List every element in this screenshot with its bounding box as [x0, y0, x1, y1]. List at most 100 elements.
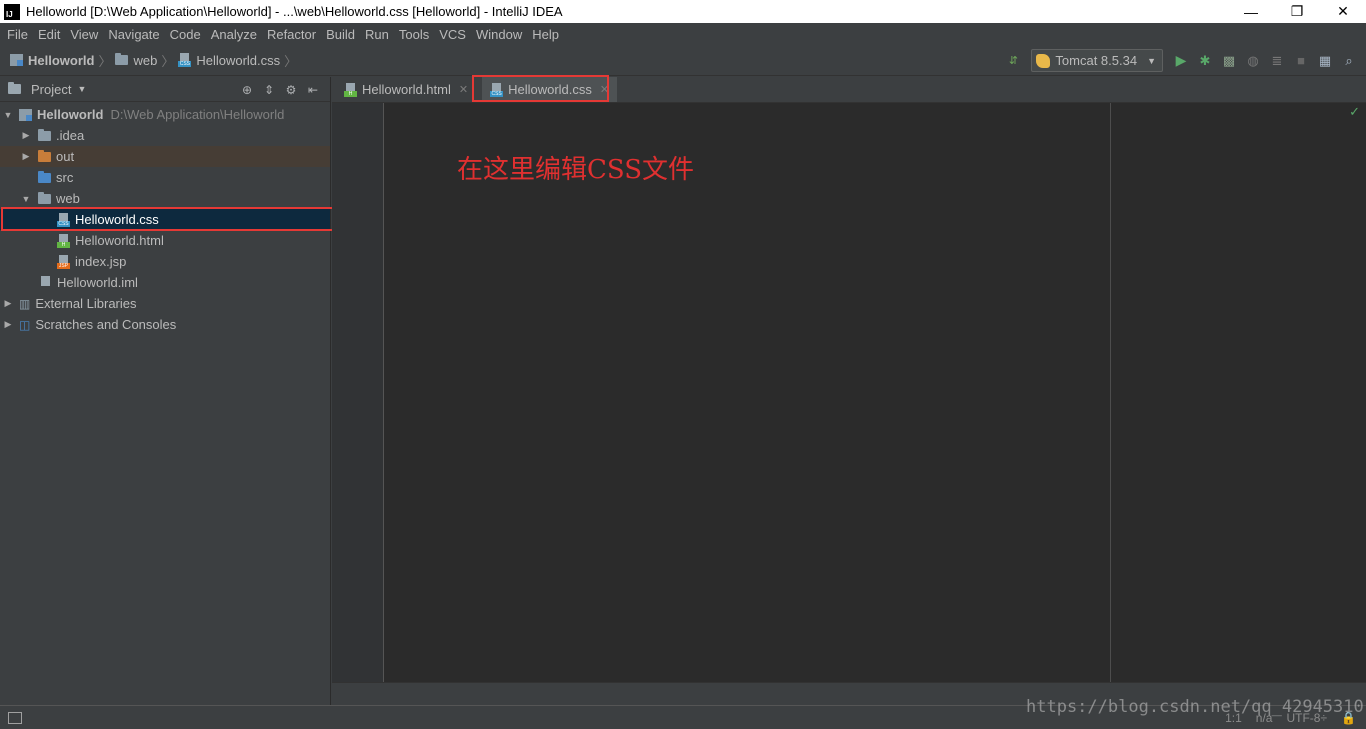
tree-node-helloworld-iml[interactable]: Helloworld.iml: [0, 272, 330, 293]
collapse-all-icon[interactable]: ⇕: [259, 80, 279, 100]
tree-node-out[interactable]: ▶ out: [0, 146, 330, 167]
close-icon[interactable]: ✕: [600, 83, 609, 96]
breadcrumb-folder-label: web: [133, 52, 158, 68]
locate-file-icon[interactable]: ⊕: [237, 80, 257, 100]
project-tool-window: Project ▼ ⊕ ⇕ ⚙ ⇤ ▼ Helloworld D:\Web Ap…: [0, 77, 331, 705]
collapsed-arrow-icon[interactable]: ▶: [3, 298, 13, 309]
right-margin-guide: [1110, 103, 1111, 682]
minimize-button[interactable]: —: [1228, 0, 1274, 23]
collapsed-arrow-icon[interactable]: ▶: [21, 151, 31, 162]
tree-node-helloworld[interactable]: ▼ Helloworld D:\Web Application\Hellowor…: [0, 104, 330, 125]
project-module-icon: [10, 54, 23, 66]
tree-node-src[interactable]: src: [0, 167, 330, 188]
menu-run[interactable]: Run: [360, 27, 394, 42]
tree-node-label: Helloworld.iml: [57, 275, 138, 290]
menu-vcs[interactable]: VCS: [434, 27, 471, 42]
project-view-icon: [8, 82, 21, 94]
css-file-icon: CSS: [57, 212, 70, 227]
collapsed-arrow-icon[interactable]: ▶: [3, 319, 13, 330]
close-icon[interactable]: ✕: [459, 83, 468, 96]
editor-tab-bar: H Helloworld.html ✕ CSS Helloworld.css ✕: [332, 77, 1366, 103]
search-icon[interactable]: ⌕: [1338, 50, 1360, 72]
menu-analyze[interactable]: Analyze: [206, 27, 262, 42]
breadcrumb-separator: 〉: [98, 53, 112, 69]
breadcrumb-folder[interactable]: web: [115, 53, 157, 68]
tool-windows-toggle-icon[interactable]: [8, 711, 22, 724]
window-title: Helloworld [D:\Web Application\Helloworl…: [26, 4, 563, 19]
module-file-icon: [39, 275, 52, 290]
breadcrumb-project[interactable]: Helloworld: [10, 53, 94, 68]
tree-node-helloworld-html[interactable]: H Helloworld.html: [0, 230, 330, 251]
tomcat-icon: [1036, 53, 1051, 68]
expanded-arrow-icon[interactable]: ▼: [3, 110, 13, 120]
menu-tools[interactable]: Tools: [394, 27, 434, 42]
run-configuration-dropdown[interactable]: Tomcat 8.5.34 ▼: [1031, 49, 1163, 72]
menu-navigate[interactable]: Navigate: [103, 27, 164, 42]
folder-icon: [38, 191, 51, 204]
menu-build[interactable]: Build: [321, 27, 360, 42]
tree-node-helloworld-css[interactable]: CSS Helloworld.css: [0, 209, 330, 230]
breadcrumb-project-label: Helloworld: [28, 52, 95, 68]
project-tree: ▼ Helloworld D:\Web Application\Hellowor…: [0, 104, 330, 335]
scratches-icon: ◫: [19, 317, 31, 332]
tree-node-label: Scratches and Consoles: [35, 317, 177, 332]
hide-panel-icon[interactable]: ⇤: [303, 80, 323, 100]
tab-helloworld-html[interactable]: H Helloworld.html ✕: [336, 77, 476, 102]
coverage-icon[interactable]: ▩: [1218, 50, 1240, 72]
tree-node-label: External Libraries: [35, 296, 137, 311]
chevron-down-icon[interactable]: ▼: [77, 84, 86, 94]
tree-node-external-libraries[interactable]: ▶ ▥ External Libraries: [0, 293, 330, 314]
folder-icon: [115, 53, 129, 65]
editor-gutter[interactable]: [332, 103, 384, 682]
menu-view[interactable]: View: [65, 27, 103, 42]
menu-file[interactable]: File: [2, 27, 33, 42]
breadcrumb-file-label: Helloworld.css: [196, 52, 281, 68]
project-structure-icon[interactable]: ▦: [1314, 50, 1336, 72]
run-icon[interactable]: ▶: [1170, 50, 1192, 72]
menu-edit[interactable]: Edit: [33, 27, 65, 42]
project-panel-header: Project ▼ ⊕ ⇕ ⚙ ⇤: [0, 77, 330, 102]
restore-button[interactable]: ❐: [1274, 0, 1320, 23]
gear-icon[interactable]: ⚙: [281, 80, 301, 100]
css-file-icon: CSS: [178, 53, 192, 67]
menu-code[interactable]: Code: [165, 27, 206, 42]
menu-help[interactable]: Help: [527, 27, 564, 42]
tree-node-label: Helloworld.html: [75, 233, 164, 248]
debug-icon[interactable]: ✱: [1194, 50, 1216, 72]
html-file-icon: H: [57, 233, 70, 248]
css-file-icon: CSS: [490, 82, 504, 97]
profile-icon[interactable]: ◍: [1242, 50, 1264, 72]
html-file-icon: H: [344, 82, 357, 97]
code-editor[interactable]: 在这里编辑CSS文件 ✓: [332, 103, 1366, 682]
tab-label: Helloworld.css: [508, 82, 592, 97]
close-window-button[interactable]: ✕: [1320, 0, 1366, 23]
inspection-ok-icon[interactable]: ✓: [1349, 104, 1360, 120]
expanded-arrow-icon[interactable]: ▼: [21, 194, 31, 204]
project-module-icon: [19, 108, 32, 121]
tree-node-label: index.jsp: [75, 254, 127, 269]
breadcrumb-file[interactable]: CSS Helloworld.css: [178, 53, 280, 68]
tree-node-index-jsp[interactable]: JSP index.jsp: [0, 251, 330, 272]
menu-bar: File Edit View Navigate Code Analyze Ref…: [0, 23, 1366, 45]
tab-helloworld-css[interactable]: CSS Helloworld.css ✕: [482, 77, 618, 102]
tree-node-label: src: [56, 170, 74, 185]
intellij-logo-icon: IJ: [4, 3, 20, 20]
tree-node-scratches[interactable]: ▶ ◫ Scratches and Consoles: [0, 314, 330, 335]
tree-node-label: web: [56, 191, 80, 206]
menu-window[interactable]: Window: [471, 27, 527, 42]
tree-node-idea[interactable]: ▶ .idea: [0, 125, 330, 146]
stop-icon[interactable]: ■: [1290, 50, 1312, 72]
excluded-folder-icon: [38, 149, 51, 162]
tree-node-web[interactable]: ▼ web: [0, 188, 330, 209]
build-icon[interactable]: ⇵: [1002, 50, 1024, 72]
tree-node-path: D:\Web Application\Helloworld: [110, 107, 285, 122]
menu-refactor[interactable]: Refactor: [262, 27, 321, 42]
collapsed-arrow-icon[interactable]: ▶: [21, 130, 31, 141]
window-title-bar: IJ Helloworld [D:\Web Application\Hellow…: [0, 0, 1366, 23]
chevron-down-icon: ▼: [1147, 55, 1156, 66]
navigation-bar: Helloworld 〉 web 〉 CSS Helloworld.css 〉 …: [0, 45, 1366, 76]
attach-icon[interactable]: ≣: [1266, 50, 1288, 72]
watermark: https://blog.csdn.net/qq_42945310: [1026, 697, 1364, 717]
project-view-selector[interactable]: Project: [31, 82, 71, 97]
tree-node-label: Helloworld.css: [75, 212, 159, 227]
